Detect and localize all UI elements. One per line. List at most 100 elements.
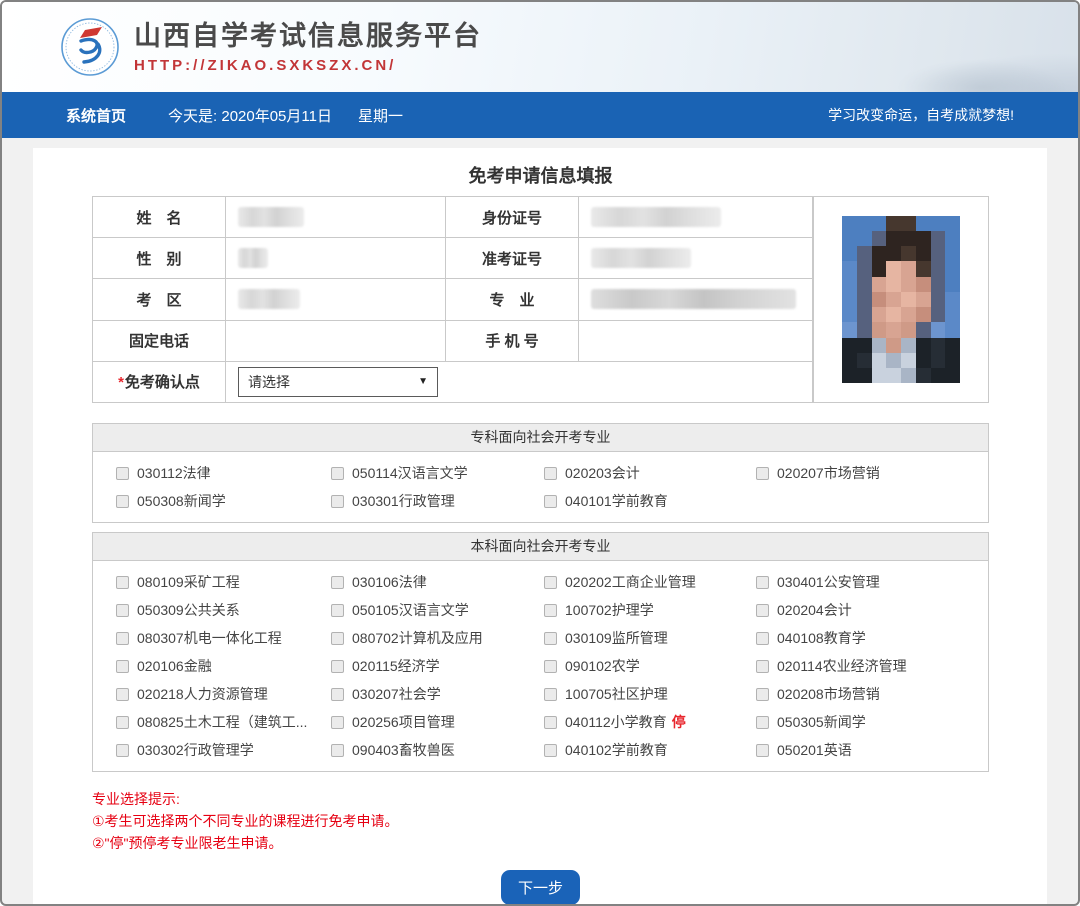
- major-item: 100702护理学: [544, 596, 756, 624]
- major-checkbox[interactable]: [116, 604, 129, 617]
- site-title: 山西自学考试信息服务平台: [134, 20, 482, 52]
- section-title: 专科面向社会开考专业: [93, 424, 988, 452]
- major-label: 090403畜牧兽医: [352, 740, 455, 760]
- major-checkbox[interactable]: [756, 660, 769, 673]
- major-item: 050114汉语言文学: [331, 459, 544, 487]
- section-bachelor-majors: 本科面向社会开考专业 080109采矿工程 030106法律: [92, 532, 989, 772]
- major-item: 020106金融: [116, 652, 331, 680]
- major-checkbox[interactable]: [756, 716, 769, 729]
- major-label: 080307机电一体化工程: [137, 628, 282, 648]
- major-checkbox[interactable]: [544, 744, 557, 757]
- major-item: 050201英语: [756, 736, 988, 764]
- major-checkbox[interactable]: [331, 495, 344, 508]
- major-item: 030112法律: [116, 459, 331, 487]
- major-checkbox[interactable]: [544, 576, 557, 589]
- major-label: 100702护理学: [565, 600, 654, 620]
- major-checkbox[interactable]: [756, 576, 769, 589]
- major-label: 020207市场营销: [777, 463, 880, 483]
- major-checkbox[interactable]: [331, 604, 344, 617]
- major-item: 050105汉语言文学: [331, 596, 544, 624]
- major-item: 090102农学: [544, 652, 756, 680]
- table-row: 姓 名 身份证号: [93, 197, 813, 238]
- major-checkbox[interactable]: [116, 495, 129, 508]
- major-checkbox[interactable]: [756, 688, 769, 701]
- major-label: 020208市场营销: [777, 684, 880, 704]
- major-label: 030109监所管理: [565, 628, 668, 648]
- site-header: 山西自学考试信息服务平台 HTTP://ZIKAO.SXKSZX.CN/: [2, 2, 1078, 92]
- table-row: 固定电话 手 机 号: [93, 320, 813, 361]
- major-label: 080702计算机及应用: [352, 628, 483, 648]
- major-checkbox[interactable]: [116, 716, 129, 729]
- major-checkbox[interactable]: [544, 660, 557, 673]
- major-label: 030301行政管理: [352, 491, 455, 511]
- site-logo-icon: [60, 17, 120, 77]
- id-number-label: 身份证号: [446, 197, 579, 238]
- landline-label: 固定电话: [93, 320, 226, 361]
- id-number-value-masked: [591, 207, 721, 227]
- major-label: 030302行政管理学: [137, 740, 254, 760]
- major-checkbox[interactable]: [544, 632, 557, 645]
- major-checkbox[interactable]: [116, 744, 129, 757]
- mobile-label: 手 机 号: [446, 320, 579, 361]
- major-label: 050201英语: [777, 740, 852, 760]
- major-label: 040108教育学: [777, 628, 866, 648]
- major-checkbox[interactable]: [331, 688, 344, 701]
- major-label: 020202工商企业管理: [565, 572, 696, 592]
- site-url: HTTP://ZIKAO.SXKSZX.CN/: [134, 57, 482, 74]
- major-checkbox[interactable]: [331, 744, 344, 757]
- major-label: 020106金融: [137, 656, 212, 676]
- gender-label: 性 别: [93, 238, 226, 279]
- notes-line: ②"停"预停考专业限老生申请。: [92, 832, 989, 854]
- major-checkbox[interactable]: [331, 576, 344, 589]
- major-checkbox[interactable]: [116, 632, 129, 645]
- major-checkbox[interactable]: [544, 604, 557, 617]
- major-item: 020207市场营销: [756, 459, 988, 487]
- major-label: 040102学前教育: [565, 740, 668, 760]
- major-checkbox[interactable]: [331, 467, 344, 480]
- major-label: 020115经济学: [352, 656, 440, 676]
- exam-district-label: 考 区: [93, 279, 226, 320]
- major-item: 020202工商企业管理: [544, 568, 756, 596]
- major-item: 030302行政管理学: [116, 736, 331, 764]
- section-title: 本科面向社会开考专业: [93, 533, 988, 561]
- next-step-button[interactable]: 下一步: [501, 870, 580, 904]
- major-label: 100705社区护理: [565, 684, 668, 704]
- major-checkbox-grid: 080109采矿工程 030106法律 020202工商企业管理: [93, 561, 988, 771]
- photo-box: [813, 196, 989, 403]
- major-item: 080109采矿工程: [116, 568, 331, 596]
- major-checkbox[interactable]: [116, 688, 129, 701]
- major-label: 020256项目管理: [352, 712, 455, 732]
- major-label: 040101学前教育: [565, 491, 668, 511]
- major-label: 080109采矿工程: [137, 572, 240, 592]
- major-item: 020203会计: [544, 459, 756, 487]
- major-checkbox[interactable]: [116, 576, 129, 589]
- applicant-photo: [842, 216, 960, 384]
- confirm-point-select[interactable]: 请选择 ▼: [238, 367, 438, 397]
- major-checkbox[interactable]: [116, 660, 129, 673]
- major-item: 020115经济学: [331, 652, 544, 680]
- major-checkbox[interactable]: [544, 716, 557, 729]
- ticket-number-label: 准考证号: [446, 238, 579, 279]
- major-item: 050309公共关系: [116, 596, 331, 624]
- major-checkbox[interactable]: [116, 467, 129, 480]
- major-item: 020114农业经济管理: [756, 652, 988, 680]
- major-checkbox[interactable]: [544, 688, 557, 701]
- major-checkbox[interactable]: [756, 604, 769, 617]
- major-checkbox[interactable]: [544, 467, 557, 480]
- nav-weekday-text: 星期一: [358, 105, 403, 126]
- nav-date-text: 今天是: 2020年05月11日: [168, 105, 332, 126]
- major-checkbox[interactable]: [756, 467, 769, 480]
- major-item: 080702计算机及应用: [331, 624, 544, 652]
- major-checkbox[interactable]: [331, 716, 344, 729]
- select-value: 请选择: [248, 372, 290, 392]
- major-checkbox[interactable]: [756, 744, 769, 757]
- major-checkbox[interactable]: [331, 632, 344, 645]
- nav-home-link[interactable]: 系统首页: [66, 105, 126, 126]
- major-label: 050309公共关系: [137, 600, 240, 620]
- major-label: 020204会计: [777, 600, 852, 620]
- major-checkbox[interactable]: [756, 632, 769, 645]
- major-checkbox[interactable]: [544, 495, 557, 508]
- major-checkbox[interactable]: [331, 660, 344, 673]
- table-row: 考 区 专 业: [93, 279, 813, 320]
- content-area: 免考申请信息填报 姓 名 身份证号 性 别 准考证号: [2, 138, 1078, 904]
